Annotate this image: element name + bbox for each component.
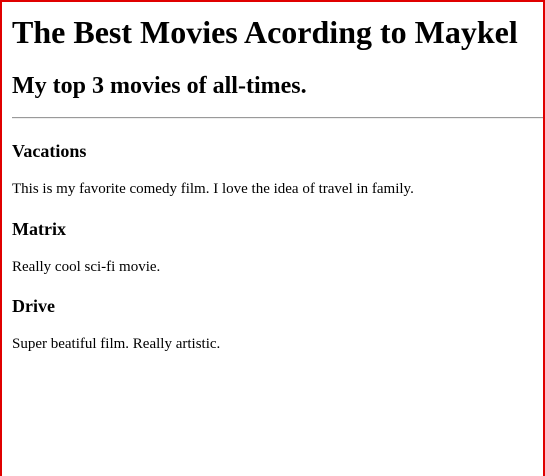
- divider: [12, 117, 543, 119]
- movie-description-vacations: This is my favorite comedy film. I love …: [12, 181, 414, 197]
- movie-title-drive: Drive: [12, 296, 55, 316]
- movie-title-matrix: Matrix: [12, 219, 66, 239]
- page-frame: The Best Movies Acording to Maykel My to…: [0, 0, 545, 476]
- movie-description-drive: Super beatiful film. Really artistic.: [12, 336, 221, 352]
- page-subtitle: My top 3 movies of all-times.: [12, 73, 307, 99]
- movie-title-vacations: Vacations: [12, 141, 87, 161]
- movie-description-matrix: Really cool sci-fi movie.: [12, 259, 161, 275]
- page-title: The Best Movies Acording to Maykel: [12, 14, 518, 50]
